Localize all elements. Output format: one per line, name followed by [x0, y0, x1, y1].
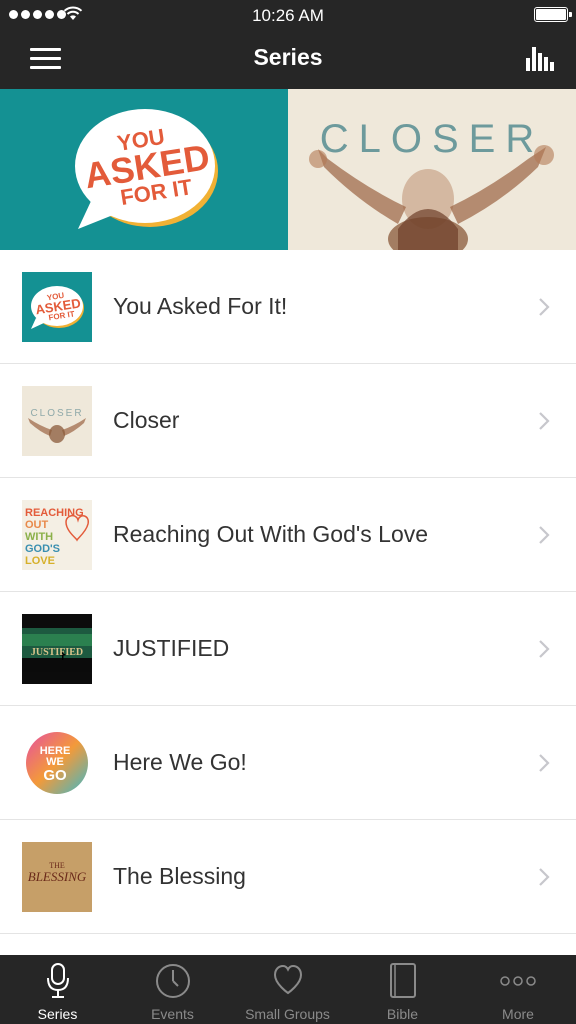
series-thumbnail: THE BLESSING: [22, 842, 92, 912]
featured-banner: YOU ASKED FOR IT CLOSER: [0, 89, 576, 250]
tab-label: Bible: [386, 1006, 419, 1022]
battery-icon: [534, 7, 572, 22]
series-row-justified[interactable]: JUSTIFIED JUSTIFIED: [0, 592, 576, 706]
thumb-text: JUSTIFIED: [31, 647, 83, 658]
more-dots-icon: [500, 976, 536, 986]
series-thumbnail: REACHING OUT WITH GOD'S LOVE: [22, 500, 92, 570]
chevron-right-icon: [539, 754, 550, 772]
series-title: JUSTIFIED: [113, 635, 230, 661]
thumb-text: WITH: [25, 531, 53, 543]
book-icon: [389, 963, 416, 998]
series-thumbnail: HERE WE GO: [22, 728, 92, 798]
clock-icon: [155, 964, 190, 998]
tab-events[interactable]: Events: [115, 955, 230, 1024]
series-thumbnail: YOU ASKED FOR IT: [22, 272, 92, 342]
bar-chart-icon[interactable]: [526, 44, 554, 72]
chevron-right-icon: [539, 640, 550, 658]
tab-more[interactable]: More: [460, 955, 576, 1024]
series-title: You Asked For It!: [113, 293, 288, 319]
banner-closer[interactable]: CLOSER: [288, 89, 576, 250]
closer-figure-art: [309, 145, 554, 250]
series-thumbnail: JUSTIFIED: [22, 614, 92, 684]
series-row-you-asked-for-it[interactable]: YOU ASKED FOR IT You Asked For It!: [0, 250, 576, 364]
tab-label: Small Groups: [245, 1006, 330, 1022]
banner-you-asked-for-it[interactable]: YOU ASKED FOR IT: [0, 89, 288, 250]
thumb-text: REACHING: [25, 507, 84, 519]
thumb-text: OUT: [25, 519, 49, 531]
series-thumbnail: CLOSER: [22, 386, 92, 456]
chevron-right-icon: [539, 868, 550, 886]
tab-small-groups[interactable]: Small Groups: [230, 955, 345, 1024]
banner-closer-title: CLOSER: [319, 117, 545, 161]
thumb-text: CLOSER: [30, 408, 83, 419]
tab-label: Events: [151, 1006, 194, 1022]
speech-bubble-logo: YOU ASKED FOR IT: [75, 109, 218, 229]
tab-series[interactable]: Series: [0, 955, 115, 1024]
tab-bar: Series Events Small Groups Bible More: [0, 955, 576, 1024]
tab-label: Series: [37, 1006, 78, 1022]
thumb-text: GOD'S: [25, 543, 60, 555]
series-title: Here We Go!: [113, 749, 247, 775]
status-bar: 10:26 AM: [0, 0, 576, 30]
series-row-closer[interactable]: CLOSER Closer: [0, 364, 576, 478]
chevron-right-icon: [539, 298, 550, 316]
series-list: YOU ASKED FOR IT You Asked For It! CLOSE…: [0, 250, 576, 934]
page-title: Series: [253, 44, 323, 70]
tab-bible[interactable]: Bible: [345, 955, 460, 1024]
series-title: The Blessing: [113, 863, 246, 889]
chevron-right-icon: [539, 526, 550, 544]
series-row-reaching-out[interactable]: REACHING OUT WITH GOD'S LOVE Reaching Ou…: [0, 478, 576, 592]
thumb-text: GO: [43, 767, 67, 784]
thumb-text: BLESSING: [28, 869, 87, 884]
series-row-the-blessing[interactable]: THE BLESSING The Blessing: [0, 820, 576, 934]
series-title: Reaching Out With God's Love: [113, 521, 429, 547]
series-title: Closer: [113, 407, 180, 433]
microphone-icon: [46, 963, 69, 998]
top-bar: 10:26 AM Series: [0, 0, 576, 89]
status-time: 10:26 AM: [252, 6, 324, 25]
heart-icon: [273, 964, 302, 995]
series-row-here-we-go[interactable]: HERE WE GO Here We Go!: [0, 706, 576, 820]
chevron-right-icon: [539, 412, 550, 430]
tab-label: More: [502, 1006, 534, 1022]
thumb-text: LOVE: [25, 555, 55, 567]
